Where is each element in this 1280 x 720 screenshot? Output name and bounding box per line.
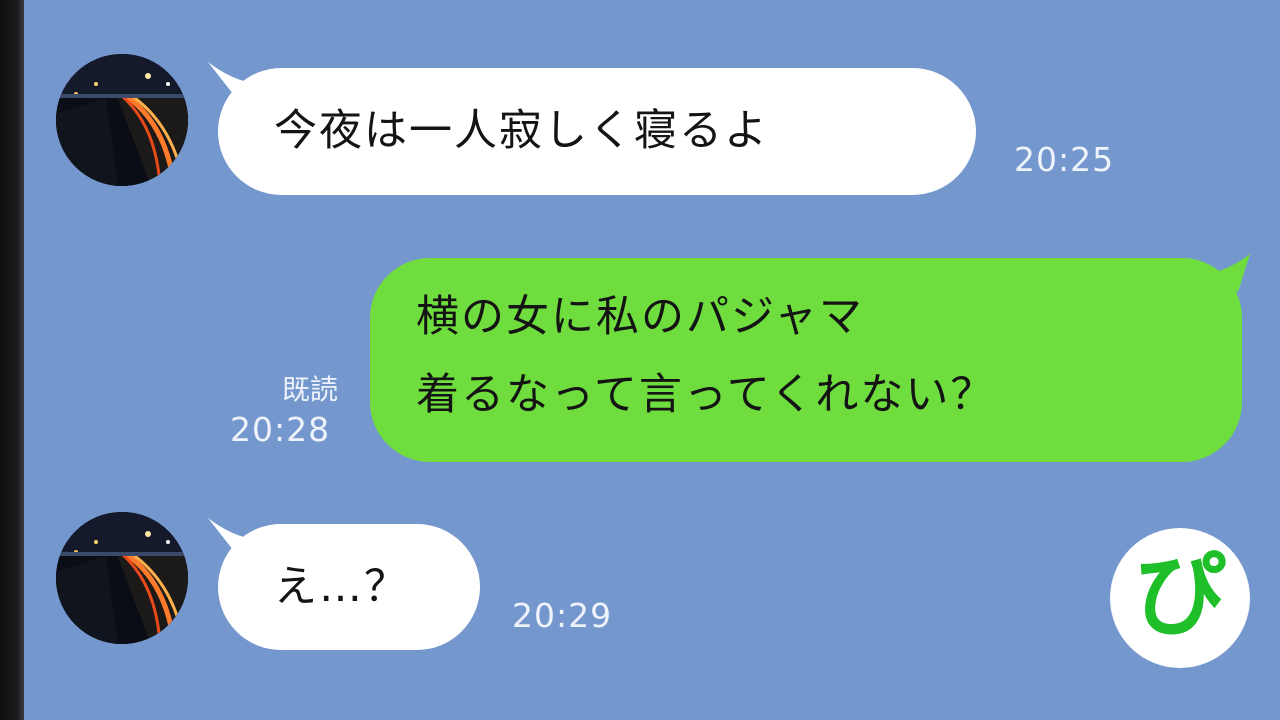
night-highway-photo — [56, 54, 188, 186]
message-bubble-outgoing[interactable]: 横の女に私のパジャマ 着るなって言ってくれない？ — [370, 258, 1242, 462]
message-timestamp: 20:29 — [512, 596, 613, 635]
message-bubble-incoming[interactable]: え…？ — [218, 524, 480, 650]
message-timestamp: 20:25 — [1014, 140, 1115, 179]
message-bubble-incoming[interactable]: 今夜は一人寂しく寝るよ — [218, 68, 976, 195]
read-receipt: 既読 — [281, 373, 338, 406]
channel-logo-glyph: ぴ — [1133, 542, 1226, 649]
message-text-line-1: 横の女に私のパジャマ — [416, 292, 864, 342]
contact-avatar[interactable] — [56, 54, 188, 186]
contact-avatar[interactable] — [56, 512, 188, 644]
message-timestamp: 20:28 — [230, 410, 331, 449]
channel-logo-badge: ぴ — [1110, 528, 1250, 668]
message-text-line-2: 着るなって言ってくれない？ — [416, 370, 996, 420]
device-frame-edge — [0, 0, 24, 720]
message-text: え…？ — [274, 562, 409, 612]
bubble-tail — [1194, 254, 1250, 292]
night-highway-photo — [56, 512, 188, 644]
message-text: 今夜は一人寂しく寝るよ — [274, 106, 769, 156]
